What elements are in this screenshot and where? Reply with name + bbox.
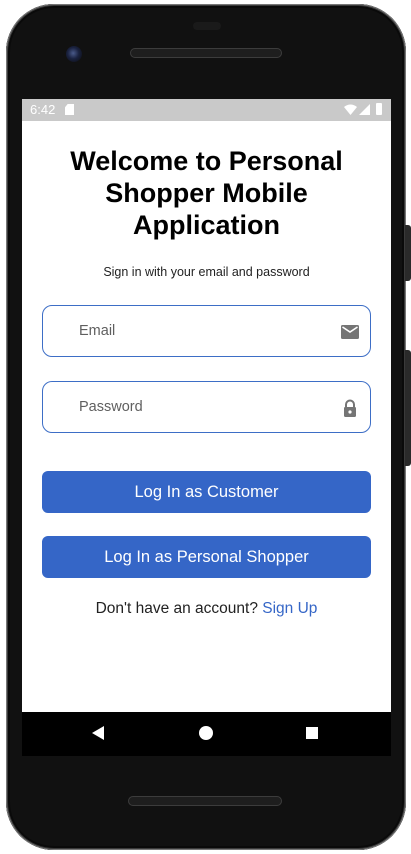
volume-button (405, 350, 411, 466)
signup-prompt: Don't have an account? (95, 600, 263, 617)
top-sensor (193, 22, 221, 30)
earpiece-speaker (130, 48, 282, 58)
front-camera (66, 46, 82, 62)
home-icon[interactable] (199, 726, 213, 740)
bottom-speaker (128, 796, 282, 806)
password-input[interactable] (79, 396, 329, 418)
screen: 6:42 Welcome to Personal Shopper Mobile … (22, 99, 391, 712)
login-personal-shopper-button[interactable]: Log In as Personal Shopper (42, 536, 371, 578)
page-title: Welcome to Personal Shopper Mobile Appli… (70, 146, 343, 240)
power-button (405, 225, 411, 281)
wifi-icon (344, 104, 357, 115)
login-form: Welcome to Personal Shopper Mobile Appli… (22, 121, 391, 712)
signup-row: Don't have an account? Sign Up (42, 600, 371, 618)
signal-icon (359, 104, 370, 115)
back-icon[interactable] (92, 726, 104, 740)
mail-icon (341, 325, 359, 339)
login-customer-button[interactable]: Log In as Customer (42, 471, 371, 513)
password-field[interactable] (42, 381, 371, 433)
page-subtitle: Sign in with your email and password (103, 265, 310, 279)
lock-icon (344, 399, 356, 417)
battery-icon (376, 103, 382, 115)
email-input[interactable] (79, 320, 329, 342)
email-field[interactable] (42, 305, 371, 357)
navigation-bar (22, 712, 391, 756)
recents-icon[interactable] (306, 727, 318, 739)
sd-card-icon (65, 104, 74, 115)
signup-link[interactable]: Sign Up (262, 600, 317, 617)
status-bar: 6:42 (22, 99, 391, 121)
status-time: 6:42 (30, 102, 56, 117)
